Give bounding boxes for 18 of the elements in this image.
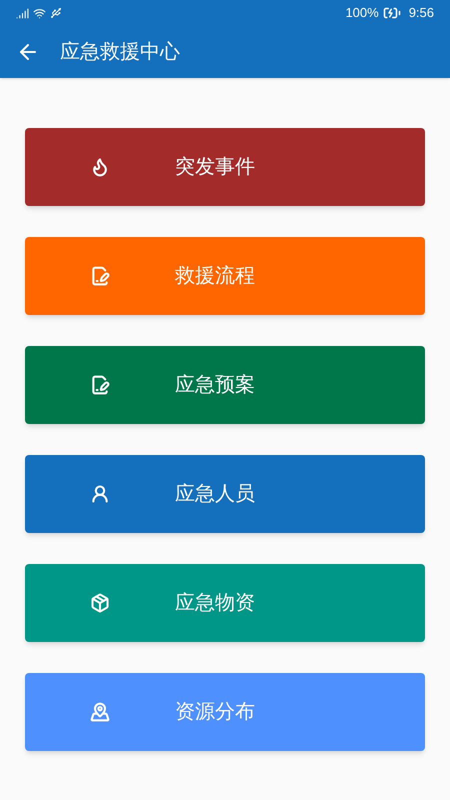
- menu-tile[interactable]: 应急预案: [25, 346, 425, 424]
- person-icon: [90, 484, 110, 504]
- clock-time: 9:56: [408, 4, 434, 22]
- menu-tile[interactable]: 资源分布: [25, 673, 425, 751]
- page-title: 应急救援中心: [60, 40, 180, 65]
- menu-tile[interactable]: 应急人员: [25, 455, 425, 533]
- menu-tile[interactable]: 救援流程: [25, 237, 425, 315]
- signal-icon: [16, 6, 29, 20]
- document-edit-icon: [90, 375, 110, 395]
- menu-tile[interactable]: 突发事件: [25, 128, 425, 206]
- menu-tile[interactable]: 应急物资: [25, 564, 425, 642]
- document-edit-icon: [90, 266, 110, 286]
- map-pin-icon: [90, 702, 110, 722]
- usb-icon: [50, 7, 62, 19]
- battery-percent: 100%: [345, 4, 379, 22]
- package-icon: [90, 593, 110, 613]
- flame-icon: [90, 157, 110, 177]
- wifi-icon: [33, 6, 46, 20]
